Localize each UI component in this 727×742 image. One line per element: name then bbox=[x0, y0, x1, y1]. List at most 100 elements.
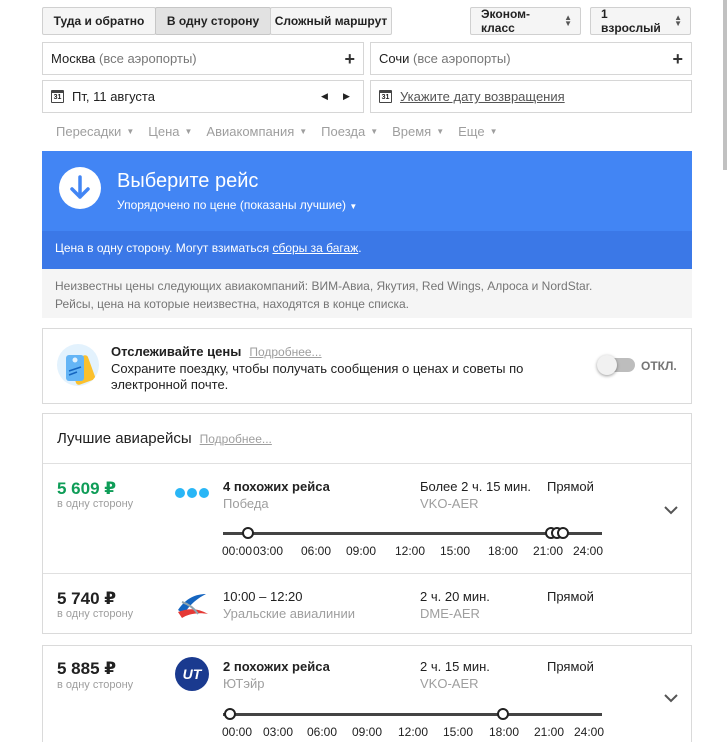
cabin-class-select[interactable]: Эконом-класс ▲ ▼ bbox=[470, 7, 581, 35]
timeline-label: 09:00 bbox=[352, 725, 383, 739]
pobeda-logo-icon bbox=[174, 486, 214, 503]
best-more-link[interactable]: Подробнее... bbox=[200, 432, 272, 446]
timeline-label: 12:00 bbox=[395, 544, 426, 558]
flight-route: DME-AER bbox=[420, 606, 480, 621]
timeline-label: 21:00 bbox=[534, 725, 565, 739]
price-note: в одну сторону bbox=[57, 498, 134, 510]
passengers-select[interactable]: 1 взрослый ▲ ▼ bbox=[590, 7, 691, 35]
filter-airline[interactable]: Авиакомпания ▼ bbox=[206, 124, 307, 139]
origin-city: Москва bbox=[51, 51, 96, 66]
flight-duration: 2 ч. 20 мин. bbox=[420, 589, 490, 604]
ural-airlines-logo-icon bbox=[174, 588, 210, 623]
flight-price: 5 740 ₽ bbox=[57, 589, 117, 608]
timeline-label: 18:00 bbox=[488, 544, 519, 558]
flight-duration: Более 2 ч. 15 мин. bbox=[420, 479, 532, 494]
filter-more[interactable]: Еще ▼ bbox=[458, 124, 497, 139]
timeline-label: 21:00 bbox=[533, 544, 564, 558]
timeline-label: 06:00 bbox=[307, 725, 338, 739]
timeline-line bbox=[223, 713, 602, 716]
caret-down-icon: ▼ bbox=[184, 127, 193, 136]
timeline-label: 09:00 bbox=[346, 544, 377, 558]
filter-trains[interactable]: Поезда ▼ bbox=[321, 124, 378, 139]
cabin-class-label: Эконом-класс bbox=[481, 7, 531, 35]
tab-round-trip[interactable]: Туда и обратно bbox=[42, 7, 156, 35]
caret-down-icon: ▼ bbox=[370, 127, 379, 136]
utair-logo-icon: UT bbox=[174, 656, 210, 695]
flight-stops: Прямой bbox=[547, 659, 594, 674]
filter-time[interactable]: Время ▼ bbox=[392, 124, 444, 139]
arrow-down-icon bbox=[59, 167, 101, 209]
destination-suffix: (все аэропорты) bbox=[413, 51, 511, 66]
flight-times: 10:00 – 12:20 bbox=[223, 589, 303, 604]
timeline-dot bbox=[224, 708, 236, 720]
timeline-label: 00:00 bbox=[222, 544, 253, 558]
timeline-label: 03:00 bbox=[263, 725, 294, 739]
flight-route: VKO-AER bbox=[420, 676, 479, 691]
destination-field[interactable]: Сочи (все аэропорты) + bbox=[370, 42, 692, 75]
timeline-dot bbox=[242, 527, 254, 539]
timeline-label: 15:00 bbox=[440, 544, 471, 558]
svg-text:UT: UT bbox=[183, 666, 203, 682]
origin-suffix: (все аэропорты) bbox=[99, 51, 197, 66]
chevron-down-icon[interactable] bbox=[664, 502, 678, 518]
filter-stops[interactable]: Пересадки ▼ bbox=[56, 124, 134, 139]
timeline-dot bbox=[557, 527, 569, 539]
timeline-label: 24:00 bbox=[573, 544, 604, 558]
timeline-label: 18:00 bbox=[489, 725, 520, 739]
return-date-placeholder: Укажите дату возвращения bbox=[400, 89, 565, 104]
airline-name: Победа bbox=[223, 496, 269, 511]
tracking-description: Сохраните поездку, чтобы получать сообще… bbox=[111, 361, 524, 392]
flight-stops: Прямой bbox=[547, 479, 594, 494]
caret-down-icon: ▼ bbox=[299, 127, 308, 136]
toggle-knob bbox=[597, 355, 617, 375]
price-note: в одну сторону bbox=[57, 679, 134, 691]
unknown-prices-notice: Неизвестны цены следующих авиакомпаний: … bbox=[42, 269, 692, 318]
baggage-fees-link[interactable]: сборы за багаж bbox=[272, 241, 358, 255]
timeline-label: 00:00 bbox=[222, 725, 253, 739]
plus-icon[interactable]: + bbox=[344, 49, 355, 70]
flight-price: 5 609 ₽ bbox=[57, 479, 117, 498]
return-date-field[interactable]: 31 Укажите дату возвращения bbox=[370, 80, 692, 113]
price-note: в одну сторону bbox=[57, 608, 134, 620]
scrollbar[interactable] bbox=[723, 0, 727, 170]
tab-multi-city[interactable]: Сложный маршрут bbox=[270, 7, 392, 35]
best-flights-title: Лучшие авиарейсы Подробнее... bbox=[57, 430, 272, 447]
airline-name: ЮТэйр bbox=[223, 676, 265, 691]
timeline-dot bbox=[497, 708, 509, 720]
tab-one-way[interactable]: В одну сторону bbox=[155, 7, 271, 35]
calendar-icon: 31 bbox=[379, 90, 392, 103]
updown-icon: ▲ ▼ bbox=[564, 13, 572, 28]
chevron-down-icon[interactable] bbox=[664, 690, 678, 706]
tab-label: Туда и обратно bbox=[53, 14, 145, 28]
origin-field[interactable]: Москва (все аэропорты) + bbox=[42, 42, 364, 75]
divider bbox=[43, 573, 691, 574]
prev-date-icon[interactable]: ◀ bbox=[321, 91, 328, 102]
divider bbox=[43, 463, 691, 464]
destination-city: Сочи bbox=[379, 51, 410, 66]
calendar-icon: 31 bbox=[51, 90, 64, 103]
next-date-icon[interactable]: ▶ bbox=[343, 91, 350, 102]
flight-stops: Прямой bbox=[547, 589, 594, 604]
airline-name: Уральские авиалинии bbox=[223, 606, 355, 621]
price-tracking-card: Отслеживайте цены Подробнее... Сохраните … bbox=[42, 328, 692, 404]
caret-down-icon: ▼ bbox=[126, 127, 135, 136]
flight-route: VKO-AER bbox=[420, 496, 479, 511]
sort-dropdown[interactable]: Упорядочено по цене (показаны лучшие) ▼ bbox=[117, 198, 357, 212]
caret-down-icon: ▼ bbox=[349, 202, 358, 211]
flight-title: 4 похожих рейса bbox=[223, 479, 330, 494]
price-tag-icon bbox=[57, 344, 99, 386]
passengers-label: 1 взрослый bbox=[601, 7, 661, 35]
flight-card-utair[interactable]: 5 885 ₽ в одну сторону UT 2 похожих рейс… bbox=[42, 645, 692, 742]
notice-line: Рейсы, цена на которые неизвестна, наход… bbox=[55, 297, 409, 311]
depart-date-field[interactable]: 31 Пт, 11 августа ◀ ▶ bbox=[42, 80, 364, 113]
toggle-label: ОТКЛ. bbox=[641, 359, 677, 373]
notice-line: Неизвестны цены следующих авиакомпаний: … bbox=[55, 279, 593, 293]
flight-price: 5 885 ₽ bbox=[57, 659, 117, 678]
plus-icon[interactable]: + bbox=[672, 49, 683, 70]
price-tracking-toggle[interactable] bbox=[597, 355, 635, 375]
flight-title: 2 похожих рейса bbox=[223, 659, 330, 674]
tracking-more-link[interactable]: Подробнее... bbox=[249, 345, 321, 359]
filter-price[interactable]: Цена ▼ bbox=[148, 124, 192, 139]
banner-title: Выберите рейс bbox=[117, 170, 259, 192]
timeline-label: 24:00 bbox=[574, 725, 605, 739]
